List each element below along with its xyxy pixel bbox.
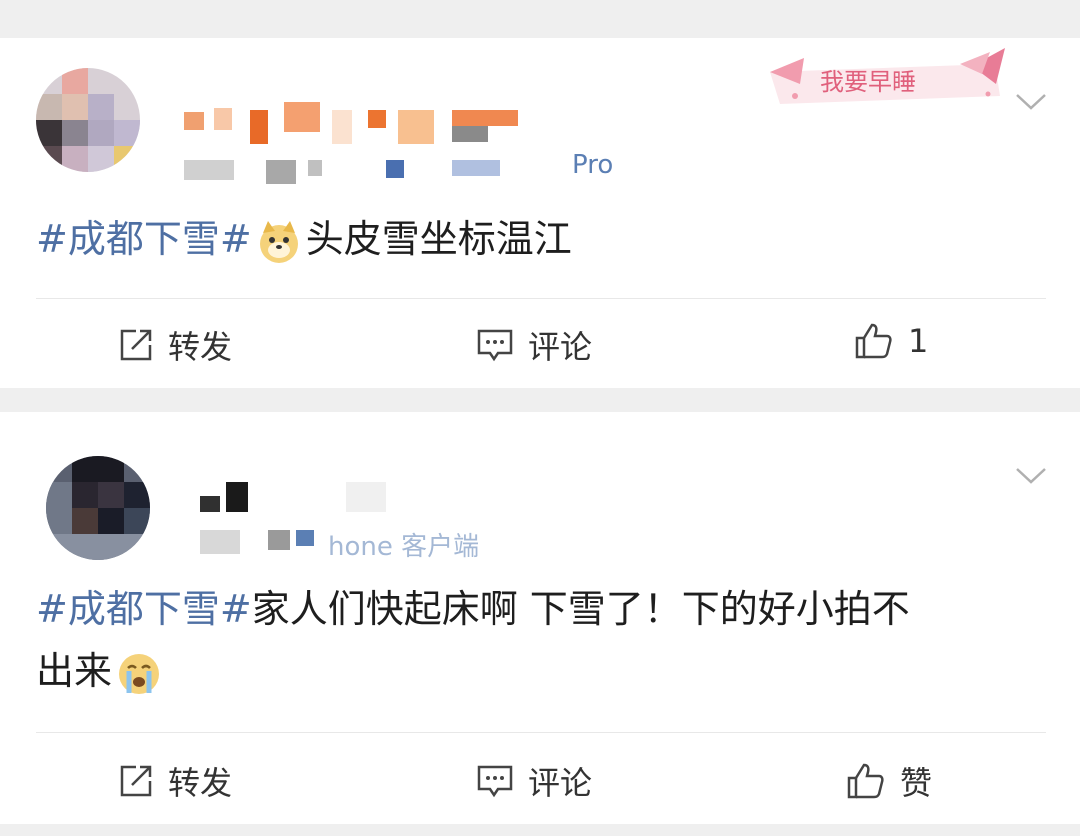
thumbs-up-icon — [855, 323, 892, 359]
avatar[interactable] — [36, 68, 140, 172]
bottom-spacer — [0, 824, 1080, 836]
post-body-line1: 家人们快起床啊 下雪了！下的好小拍不 — [251, 587, 910, 631]
device-source: hone 客户端 — [328, 532, 480, 562]
comment-icon — [477, 765, 513, 798]
post-card-1[interactable]: Pro 我要早睡 #成都下雪# 头皮雪坐标温江 转发 评论 1 — [0, 38, 1080, 388]
divider — [36, 298, 1046, 299]
comment-label: 评论 — [528, 328, 593, 366]
avatar[interactable] — [46, 456, 150, 560]
chevron-down-icon[interactable] — [1014, 92, 1048, 112]
like-count: 1 — [908, 322, 929, 360]
repost-label: 转发 — [168, 764, 233, 802]
username-blurred[interactable] — [180, 96, 540, 146]
chevron-down-icon[interactable] — [1014, 466, 1048, 486]
device-source: Pro — [572, 150, 614, 180]
thumbs-up-icon — [847, 763, 884, 799]
like-button[interactable]: 1 — [854, 322, 928, 360]
post-text: #成都下雪#家人们快起床啊 下雪了！下的好小拍不 出来 — [36, 578, 1046, 702]
username-blurred[interactable] — [196, 478, 396, 518]
repost-label: 转发 — [168, 328, 233, 366]
sticker-paper-crane-banner: 我要早睡 — [770, 48, 1005, 104]
like-button[interactable]: 赞 — [846, 758, 932, 804]
divider — [36, 732, 1046, 733]
top-spacer — [0, 0, 1080, 38]
crying-emoji-icon — [119, 653, 160, 694]
hashtag-link[interactable]: #成都下雪# — [36, 587, 252, 631]
like-label: 赞 — [900, 764, 933, 802]
repost-button[interactable]: 转发 — [118, 758, 232, 804]
hashtag-link[interactable]: #成都下雪# — [36, 217, 252, 261]
comment-label: 评论 — [528, 764, 593, 802]
post-meta-blurred — [180, 156, 520, 186]
post-body: 头皮雪坐标温江 — [305, 217, 572, 261]
comment-icon — [477, 329, 513, 362]
repost-icon — [120, 329, 152, 361]
post-card-2[interactable]: hone 客户端 #成都下雪#家人们快起床啊 下雪了！下的好小拍不 出来 转发 … — [0, 412, 1080, 824]
repost-button[interactable]: 转发 — [118, 322, 232, 368]
comment-button[interactable]: 评论 — [476, 758, 592, 804]
card-separator — [0, 388, 1080, 412]
post-body-line2: 出来 — [36, 649, 113, 693]
comment-button[interactable]: 评论 — [476, 322, 592, 368]
sticker-text: 我要早睡 — [820, 68, 916, 96]
post-text: #成都下雪# 头皮雪坐标温江 — [36, 208, 572, 270]
doge-emoji-icon — [259, 220, 298, 263]
post-meta-blurred — [196, 524, 326, 558]
repost-icon — [120, 765, 152, 797]
